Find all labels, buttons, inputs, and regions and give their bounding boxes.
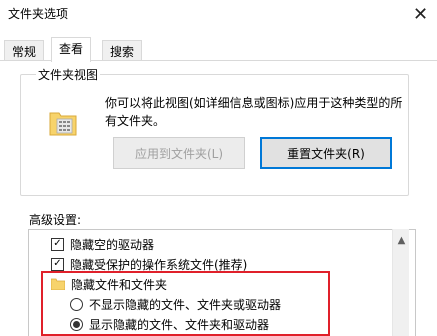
vertical-scrollbar[interactable]: ▲ [392, 229, 409, 336]
close-button[interactable]: ✕ [404, 0, 437, 28]
hide-protected-os-files-label: 隐藏受保护的操作系统文件(推荐) [70, 257, 248, 272]
tab-general[interactable]: 常规 [4, 40, 45, 61]
checkbox-checked[interactable]: ✓ [51, 237, 64, 251]
scroll-up-icon[interactable]: ▲ [393, 233, 410, 247]
folder-views-group: 文件夹视图 [20, 66, 409, 196]
advanced-settings-label: 高级设置: [29, 213, 82, 227]
apply-to-folders-button[interactable]: 应用到文件夹(L) [113, 137, 245, 169]
checkbox-checked[interactable]: ✓ [51, 257, 64, 271]
tab-view[interactable]: 查看 [51, 37, 92, 62]
list-item[interactable]: ✓ 隐藏空的驱动器 [51, 234, 154, 254]
window-title: 文件夹选项 [8, 7, 69, 21]
folder-views-label: 文件夹视图 [36, 66, 101, 83]
folder-views-description: 你可以将此视图(如详细信息或图标)应用于这种类型的所 有文件夹。 [105, 96, 403, 128]
close-icon: ✕ [412, 3, 429, 25]
reset-folders-button[interactable]: 重置文件夹(R) [260, 137, 392, 169]
tab-search[interactable]: 搜索 [102, 40, 143, 61]
highlight-box [41, 271, 330, 336]
folder-view-icon [49, 112, 77, 136]
hide-empty-drives-label: 隐藏空的驱动器 [70, 237, 155, 252]
title-bar: 文件夹选项 ✕ [0, 0, 437, 28]
tab-strip: 常规 查看 搜索 [0, 37, 437, 62]
